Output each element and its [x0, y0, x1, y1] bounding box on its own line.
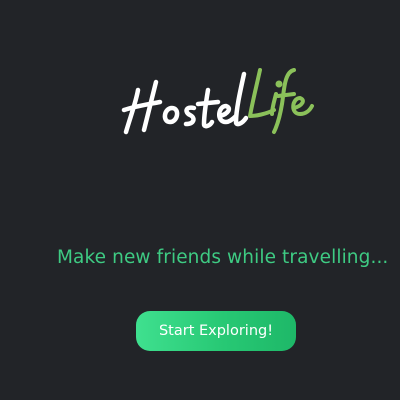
- start-exploring-button[interactable]: Start Exploring!: [136, 311, 296, 351]
- hostellife-logo-mark: [121, 68, 314, 135]
- tagline-text: Make new friends while travelling...: [57, 247, 389, 268]
- landing-screen: Make new friends while travelling... Sta…: [0, 0, 400, 400]
- hostellife-logo: [116, 52, 316, 142]
